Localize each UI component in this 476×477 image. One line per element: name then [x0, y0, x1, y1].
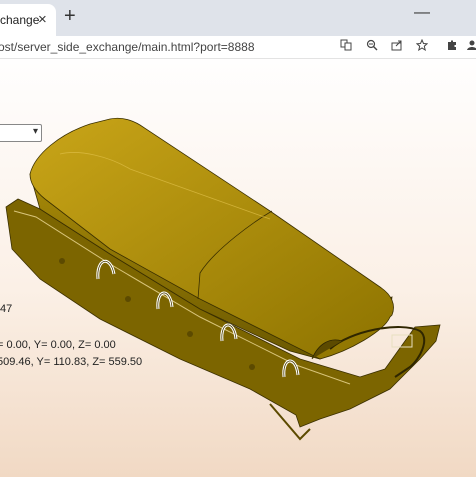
- close-tab-icon[interactable]: ×: [38, 11, 47, 28]
- tab-title: change: [0, 13, 40, 27]
- translate-icon[interactable]: [340, 39, 352, 54]
- tab-strip: change × + —: [0, 0, 476, 36]
- address-bar[interactable]: ost/server_side_exchange/main.html?port=…: [0, 40, 255, 54]
- engine-cover-model: [5, 117, 441, 441]
- 3d-viewport[interactable]: ▾ .47 = 0.00, Y= 0.00, Z= 0.00 509.46, Y…: [0, 59, 476, 477]
- share-icon[interactable]: [391, 39, 403, 54]
- star-icon[interactable]: [415, 38, 429, 54]
- browser-toolbar: ost/server_side_exchange/main.html?port=…: [0, 36, 476, 59]
- new-tab-button[interactable]: +: [64, 5, 76, 28]
- zoom-icon[interactable]: [366, 39, 378, 54]
- profile-icon[interactable]: [466, 39, 476, 54]
- minimize-icon[interactable]: —: [414, 4, 430, 22]
- browser-tab[interactable]: change ×: [0, 4, 56, 36]
- extensions-icon[interactable]: [446, 39, 458, 54]
